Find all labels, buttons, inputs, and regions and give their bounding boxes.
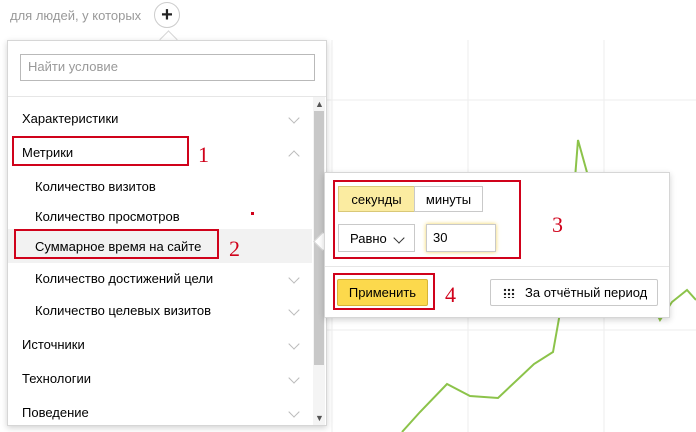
chevron-down-icon xyxy=(288,112,300,124)
list-item-goal-visits[interactable]: Количество целевых визитов xyxy=(8,293,312,327)
list-item-label: Источники xyxy=(22,336,85,352)
chevron-down-icon xyxy=(288,272,300,284)
plus-icon: + xyxy=(161,4,173,26)
list-item-goal-reaches[interactable]: Количество достижений цели xyxy=(8,261,312,295)
list-item-visits-count[interactable]: Количество визитов xyxy=(8,169,312,203)
list-item-label: Количество целевых визитов xyxy=(35,302,212,318)
list-item-label: Поведение xyxy=(22,404,89,420)
divider xyxy=(8,96,326,97)
list-item-label: Количество визитов xyxy=(35,178,156,194)
list-item-label: Характеристики xyxy=(22,110,119,126)
annotation-box-2 xyxy=(14,229,219,259)
chevron-down-icon xyxy=(288,372,300,384)
annotation-box-3 xyxy=(333,180,521,259)
divider xyxy=(325,266,669,267)
list-item-sources[interactable]: Источники xyxy=(8,327,312,361)
scroll-up-icon[interactable]: ▲ xyxy=(315,99,324,109)
annotation-box-4 xyxy=(333,273,435,310)
condition-prefix-label: для людей, у которых xyxy=(10,8,142,23)
period-label: За отчётный период xyxy=(525,285,648,300)
period-button[interactable]: За отчётный период xyxy=(490,279,658,306)
list-item-label: Количество достижений цели xyxy=(35,270,214,286)
annotation-dot xyxy=(251,212,254,215)
chevron-down-icon xyxy=(288,338,300,350)
add-condition-button[interactable]: + xyxy=(154,2,180,28)
annotation-box-1 xyxy=(12,136,189,166)
annotation-number-2: 2 xyxy=(229,236,240,261)
list-item-technologies[interactable]: Технологии xyxy=(8,361,312,395)
chevron-down-icon xyxy=(288,304,300,316)
list-item-label: Количество просмотров xyxy=(35,208,180,224)
annotation-number-1: 1 xyxy=(198,142,209,167)
annotation-number-3: 3 xyxy=(552,212,563,237)
chevron-up-icon xyxy=(288,150,300,162)
chevron-down-icon xyxy=(288,406,300,418)
annotation-number-4: 4 xyxy=(445,282,456,307)
list-item-characteristics[interactable]: Характеристики xyxy=(8,101,312,135)
search-input[interactable]: Найти условие xyxy=(20,54,315,81)
scroll-down-icon[interactable]: ▼ xyxy=(315,413,324,423)
list-item-pageviews-count[interactable]: Количество просмотров xyxy=(8,199,312,233)
list-item-behavior[interactable]: Поведение xyxy=(8,395,312,429)
list-item-label: Технологии xyxy=(22,370,92,386)
grid-icon xyxy=(503,287,515,298)
